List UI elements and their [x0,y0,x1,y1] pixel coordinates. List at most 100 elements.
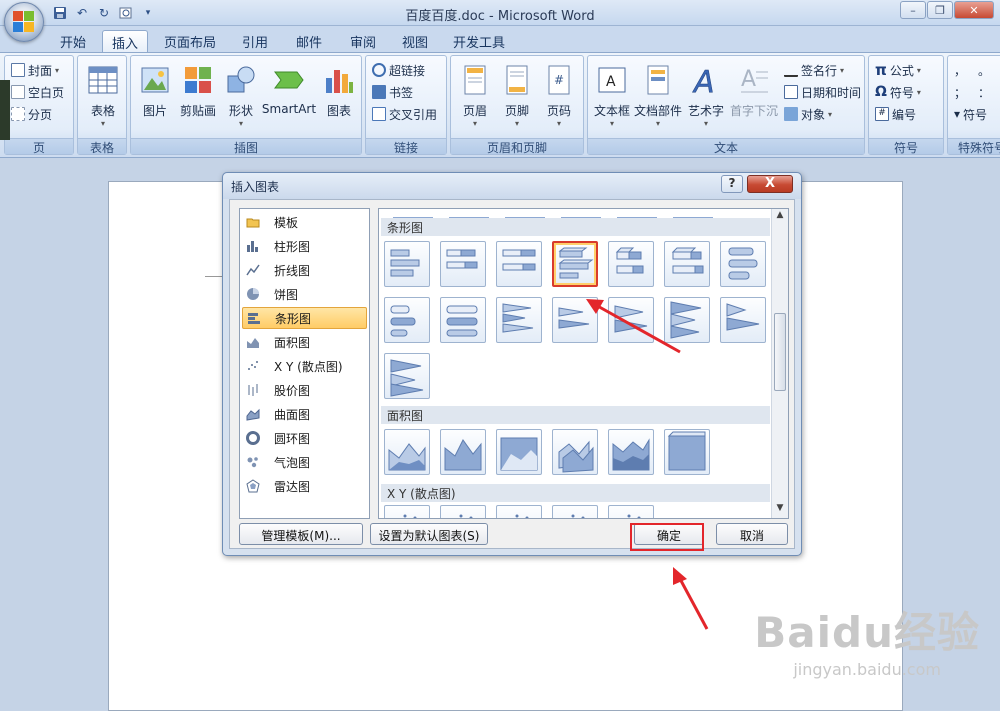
chart-category-item[interactable]: 条形图 [242,307,367,329]
tab-home[interactable]: 开始 [52,30,94,52]
office-button[interactable] [4,2,44,42]
help-button[interactable]: ? [721,175,743,193]
tab-view[interactable]: 视图 [392,30,438,52]
close-window-icon[interactable]: ✕ [954,1,994,19]
chart-category-item[interactable]: 圆环图 [242,427,367,449]
bookmark-button[interactable]: 书签 [372,82,413,102]
tab-developer[interactable]: 开发工具 [446,30,512,52]
cover-page-button[interactable]: 封面 ▾ [11,60,59,80]
bar-chart-thumb[interactable] [552,241,598,287]
area-chart-thumb[interactable] [496,429,542,475]
equation-button[interactable]: π 公式 ▾ [875,60,921,80]
page-break-button[interactable]: 分页 [11,104,52,124]
chart-category-item[interactable]: 折线图 [242,259,367,281]
clipart-icon [182,64,214,96]
colon-symbol[interactable]: ： [978,82,990,102]
manage-templates-button[interactable]: 管理模板(M)... [239,523,363,545]
tab-page-layout[interactable]: 页面布局 [156,30,224,52]
blank-page-button[interactable]: 空白页 [11,82,64,102]
header-icon [459,64,491,96]
bar-chart-thumb[interactable] [720,241,766,287]
group-links: 超链接 书签 交叉引用 链接 [365,55,447,155]
scatter-chart-thumb[interactable] [608,505,654,518]
cancel-button[interactable]: 取消 [716,523,788,545]
picture-button[interactable]: 图片 [133,62,177,138]
comma-symbol[interactable]: ， [954,60,966,80]
area-chart-thumb[interactable] [440,429,486,475]
special-symbol-button[interactable]: ▾ 符号 [954,104,987,124]
bar-chart-thumb[interactable] [384,353,430,399]
set-default-chart-button[interactable]: 设置为默认图表(S) [370,523,488,545]
crossref-button[interactable]: 交叉引用 [372,104,437,124]
group-label-tables: 表格 [78,138,126,155]
chart-category-item[interactable]: 气泡图 [242,451,367,473]
quickparts-button[interactable]: 文档部件 ▾ [632,62,684,138]
bar-chart-thumb[interactable] [496,241,542,287]
footer-icon [501,64,533,96]
chart-category-item[interactable]: 饼图 [242,283,367,305]
dialog-close-button[interactable]: X [747,175,793,193]
ribbon: 封面 ▾ 空白页 分页 页 表格 ▾ 表格 图片 剪贴画 形状 ▾ SmartA… [0,52,1000,158]
minimize-icon[interactable]: – [900,1,926,19]
scatter-chart-thumb[interactable] [440,505,486,518]
bar-chart-thumb[interactable] [496,297,542,343]
bar-chart-thumb[interactable] [720,297,766,343]
arrow-to-selected-chart [586,299,681,354]
dropcap-button[interactable]: A 首字下沉 [728,62,780,138]
object-button[interactable]: 对象 ▾ [784,104,832,124]
scatter-chart-thumb[interactable] [384,505,430,518]
chart-category-list: 模板 柱形图折线图饼图条形图 面积图 X Y (散点图) 股价图 曲面图 圆环图 气泡图 雷达图 [239,208,370,519]
chart-category-item[interactable]: 曲面图 [242,403,367,425]
chart-category-item[interactable]: 股价图 [242,379,367,401]
baidu-watermark: Baidu经验 jingyan.baidu.com [754,599,980,679]
scroll-up-icon[interactable]: ▲ [773,210,787,224]
chart-category-label: 折线图 [274,263,311,278]
wordart-button[interactable]: A 艺术字 ▾ [684,62,728,138]
watermark-brand: Baidu经验 [754,608,980,657]
shapes-button[interactable]: 形状 ▾ [219,62,263,138]
chart-category-item[interactable]: 面积图 [242,331,367,353]
table-button[interactable]: 表格 ▾ [81,62,125,138]
clipart-button[interactable]: 剪贴画 [175,62,221,138]
tab-review[interactable]: 审阅 [340,30,386,52]
tab-mailings[interactable]: 邮件 [286,30,332,52]
chart-category-item[interactable]: X Y (散点图) [242,355,367,377]
smartart-button[interactable]: SmartArt [261,62,317,138]
restore-icon[interactable]: ❐ [927,1,953,19]
semicolon-symbol[interactable]: ； [954,82,966,102]
area-chart-thumb[interactable] [664,429,710,475]
bar-chart-thumb[interactable] [384,241,430,287]
chart-button[interactable]: 图表 [317,62,361,138]
chart-category-item[interactable]: 模板 [242,211,367,233]
office-logo-icon [13,11,35,33]
hyperlink-button[interactable]: 超链接 [372,60,425,80]
textbox-button[interactable]: A 文本框 ▾ [590,62,634,138]
arrow-to-ok-button [673,567,709,630]
bar-chart-thumb[interactable] [384,297,430,343]
tab-insert[interactable]: 插入 [102,30,148,52]
period-symbol[interactable]: 。 [978,60,990,80]
bar-chart-thumb[interactable] [440,297,486,343]
bar-chart-thumb[interactable] [608,241,654,287]
bar-chart-thumb[interactable] [440,241,486,287]
scroll-down-icon[interactable]: ▼ [773,503,787,517]
area-chart-thumb[interactable] [384,429,430,475]
header-button[interactable]: 页眉 ▾ [453,62,497,138]
datetime-button[interactable]: 日期和时间 [784,82,861,102]
symbol-button[interactable]: Ω 符号 ▾ [875,82,921,102]
scatter-chart-thumb[interactable] [552,505,598,518]
bar-chart-thumb[interactable] [664,241,710,287]
page-number-button[interactable]: # 页码 ▾ [537,62,581,138]
chart-category-item[interactable]: 雷达图 [242,475,367,497]
chart-category-item[interactable]: 柱形图 [242,235,367,257]
footer-button[interactable]: 页脚 ▾ [495,62,539,138]
scatter-chart-thumb[interactable] [496,505,542,518]
scroll-thumb[interactable] [774,313,786,391]
signature-line-button[interactable]: 签名行 ▾ [784,60,844,80]
chart-category-label: 饼图 [274,287,299,302]
tab-references[interactable]: 引用 [232,30,278,52]
area-chart-thumb[interactable] [608,429,654,475]
area-chart-thumb[interactable] [552,429,598,475]
gallery-scrollbar[interactable]: ▲ ▼ [771,209,788,518]
numbering-button[interactable]: # 编号 [875,104,916,124]
